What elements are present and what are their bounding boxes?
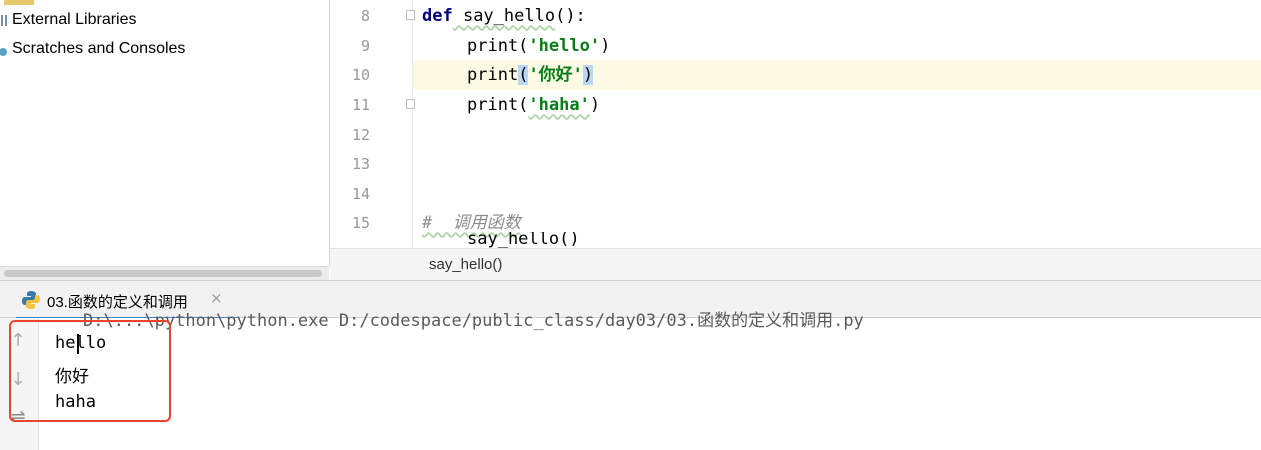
line-number: 8	[360, 7, 370, 25]
string-literal: 'hello'	[528, 36, 601, 56]
code-line-11: print('haha')	[467, 90, 600, 120]
line-number: 9	[360, 37, 370, 55]
scratches-icon	[0, 41, 10, 57]
function-name: say_hello	[452, 6, 556, 26]
code-line-8: def say_hello():	[422, 1, 586, 31]
line-number: 12	[351, 126, 370, 144]
run-console[interactable]: D:\...\python\python.exe D:/codespace/pu…	[39, 311, 1261, 450]
scrollbar-thumb[interactable]	[4, 270, 322, 277]
line-number: 13	[351, 155, 370, 173]
code-text: print(	[467, 36, 529, 56]
code-editor[interactable]: def say_hello(): print('hello') print('你…	[413, 0, 1261, 248]
library-icon	[0, 12, 10, 28]
code-text: ():	[555, 6, 586, 26]
close-icon[interactable]: ×	[210, 289, 223, 307]
code-text: print(	[467, 95, 529, 115]
line-number: 15	[351, 214, 370, 232]
editor-breadcrumb[interactable]: say_hello()	[330, 248, 1261, 280]
code-text: print	[467, 65, 519, 85]
sidebar-horizontal-scrollbar[interactable]	[0, 266, 329, 281]
code-text: say_hello()	[467, 232, 580, 248]
python-icon	[21, 290, 41, 314]
editor-gutter: 8 9 10 11 12 13 14 15	[330, 0, 415, 248]
folder-icon	[4, 0, 34, 5]
annotation-highlight-box	[9, 320, 171, 422]
tree-item-label: Scratches and Consoles	[12, 40, 186, 57]
console-command-line: D:\...\python\python.exe D:/codespace/pu…	[83, 311, 864, 331]
tree-item-label: External Libraries	[12, 11, 137, 28]
line-number: 14	[351, 185, 370, 203]
breadcrumb-item[interactable]: say_hello()	[429, 256, 502, 273]
tree-item-external-libraries[interactable]: External Libraries	[0, 8, 137, 32]
bracket-match: (	[518, 65, 529, 85]
code-text: )	[589, 95, 601, 115]
string-literal: '你好'	[528, 65, 583, 85]
code-line-9: print('hello')	[467, 31, 610, 61]
keyword: def	[422, 6, 453, 26]
code-text: )	[600, 36, 611, 56]
line-number: 10	[351, 66, 370, 84]
comment-text: # 调用函数	[422, 213, 521, 233]
code-line-10: print('你好')	[467, 60, 594, 90]
line-number: 11	[351, 96, 370, 114]
project-sidebar: External Libraries Scratches and Console…	[0, 0, 330, 266]
string-literal: 'haha'	[528, 95, 590, 115]
tree-item-scratches[interactable]: Scratches and Consoles	[0, 37, 185, 61]
code-line-partial: say_hello()	[467, 232, 580, 248]
bracket-match: )	[582, 65, 594, 85]
